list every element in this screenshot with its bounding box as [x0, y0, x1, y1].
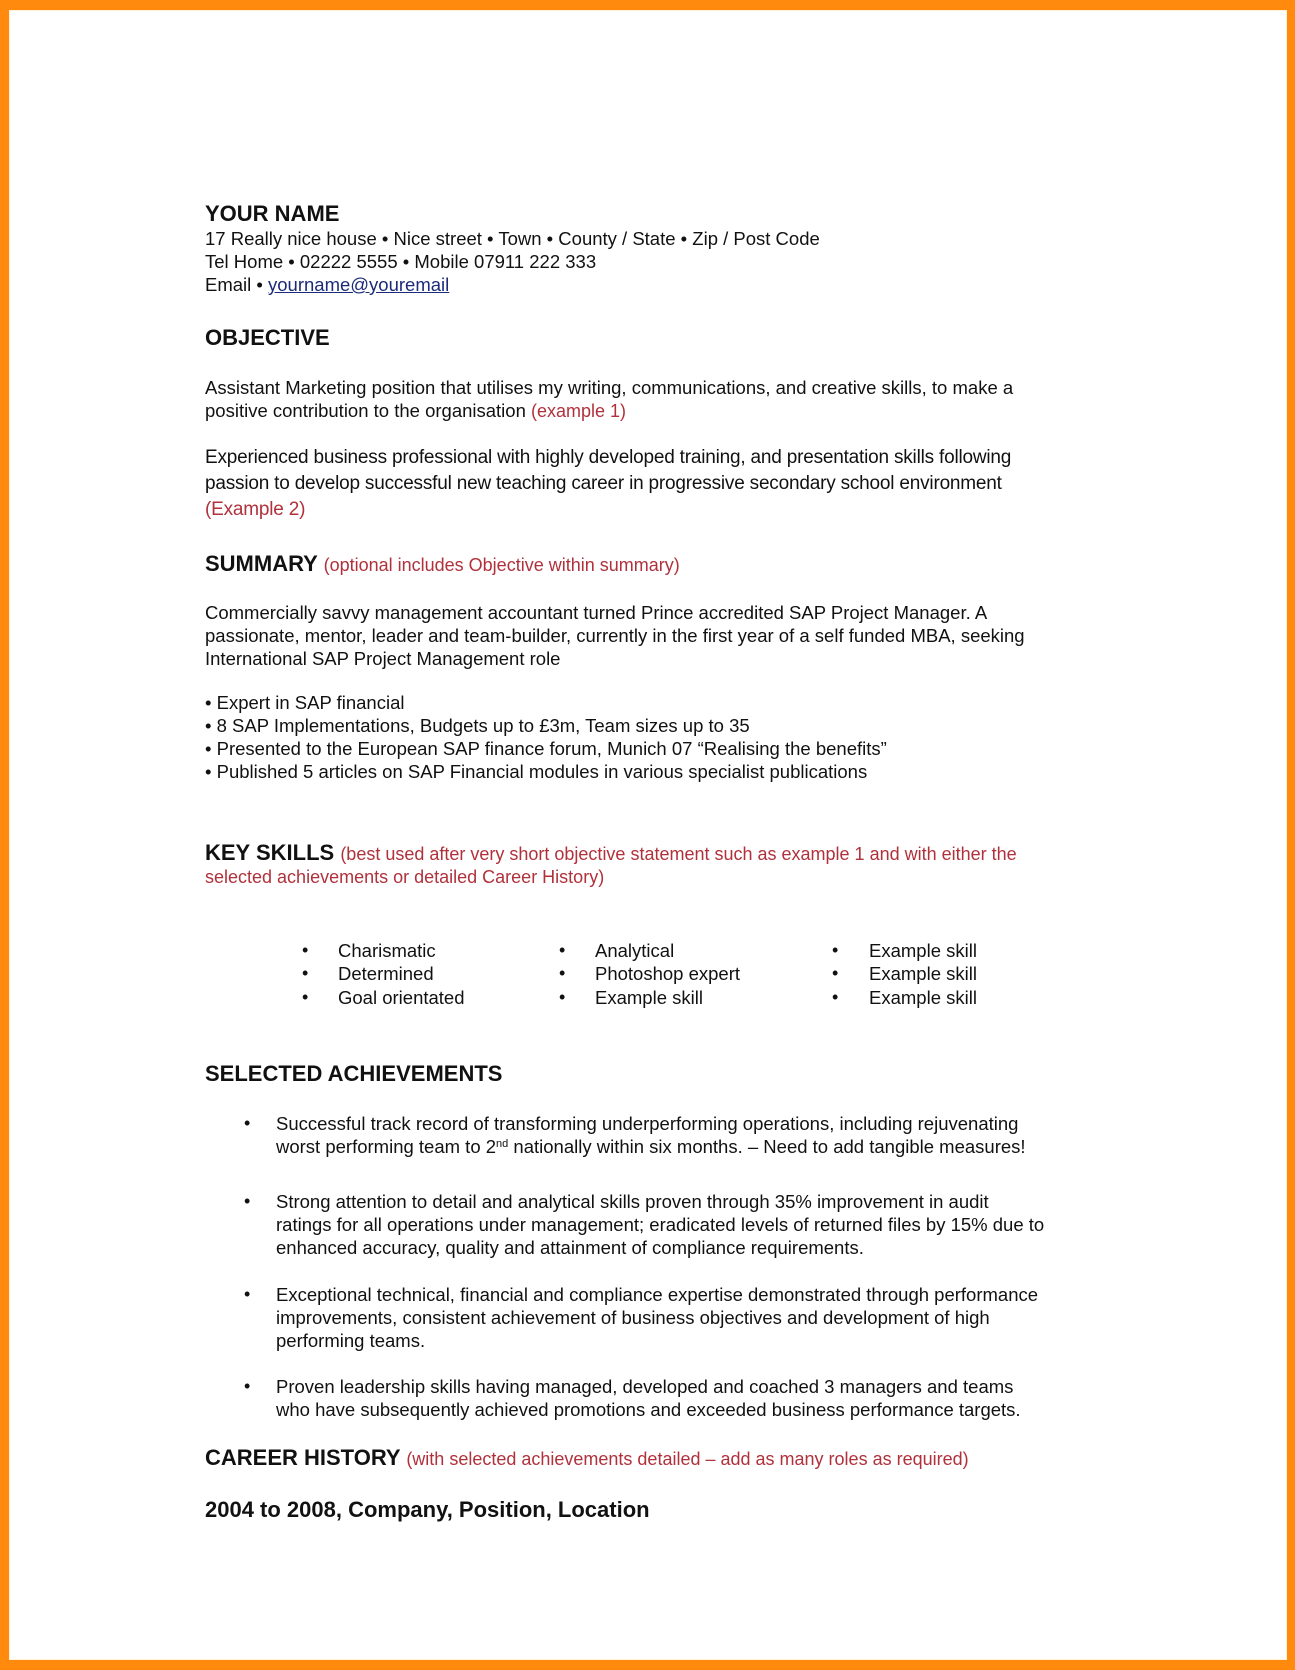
- bullet-icon: •: [244, 1284, 251, 1304]
- achievements-heading: SELECTED ACHIEVEMENTS: [205, 1061, 503, 1086]
- example2-note: (Example 2): [205, 499, 306, 520]
- achievement-line: Strong attention to detail and analytica…: [276, 1191, 989, 1212]
- ordinal-superscript: nd: [496, 1138, 509, 1150]
- email-link[interactable]: yourname@youremail: [268, 274, 449, 295]
- skill-item: Photoshop expert: [595, 963, 741, 984]
- career-history-title: CAREER HISTORY: [205, 1445, 401, 1470]
- bullet-icon: •: [244, 1191, 251, 1211]
- key-skills-note: (best used after very short objective st…: [340, 844, 1017, 864]
- objective-example1-text: positive contribution to the organisatio…: [205, 400, 532, 421]
- skill-item: Example skill: [869, 963, 977, 984]
- bullet-icon: •: [832, 963, 839, 983]
- skill-item: Determined: [338, 963, 434, 984]
- skill-item: Charismatic: [338, 940, 436, 961]
- bullet-icon: •: [302, 987, 309, 1007]
- key-skills-title: KEY SKILLS: [205, 840, 335, 865]
- skill-item: Example skill: [869, 940, 977, 961]
- career-role: 2004 to 2008, Company, Position, Locatio…: [205, 1497, 650, 1522]
- objective-heading: OBJECTIVE: [205, 325, 330, 350]
- resume-name: YOUR NAME: [205, 201, 340, 226]
- phone-line: Tel Home • 02222 5555 • Mobile 07911 222…: [205, 251, 597, 272]
- achievement-line: who have subsequently achieved promotion…: [276, 1399, 1021, 1420]
- bullet-icon: •: [559, 987, 566, 1007]
- bullet-icon: •: [244, 1376, 251, 1396]
- achievement-line: worst performing team to 2nd nationally …: [276, 1136, 1026, 1159]
- objective-example1-line2: positive contribution to the organisatio…: [205, 400, 626, 423]
- resume-page: YOUR NAME 17 Really nice house • Nice st…: [9, 10, 1287, 1660]
- key-skills-heading: KEY SKILLS (best used after very short o…: [205, 840, 1017, 866]
- summary-bullet: • Presented to the European SAP finance …: [205, 738, 887, 759]
- skill-item: Analytical: [595, 940, 675, 961]
- bullet-icon: •: [302, 963, 309, 983]
- achievement-line: Successful track record of transforming …: [276, 1113, 1019, 1134]
- summary-title: SUMMARY: [205, 551, 318, 576]
- career-history-note: (with selected achievements detailed – a…: [406, 1449, 969, 1469]
- summary-bullet: • Expert in SAP financial: [205, 692, 405, 713]
- email-label: Email •: [205, 274, 269, 295]
- objective-example1-line1: Assistant Marketing position that utilis…: [205, 377, 1014, 398]
- email-line: Email • yourname@youremail: [205, 273, 449, 296]
- bullet-icon: •: [302, 940, 309, 960]
- example1-note: (example 1): [531, 401, 627, 421]
- address-line: 17 Really nice house • Nice street • Tow…: [205, 228, 820, 249]
- objective-example2-line2: passion to develop successful new teachi…: [205, 473, 1002, 494]
- summary-bullet: • 8 SAP Implementations, Budgets up to £…: [205, 715, 750, 736]
- summary-line: International SAP Project Management rol…: [205, 648, 561, 669]
- bullet-icon: •: [559, 963, 566, 983]
- summary-heading: SUMMARY (optional includes Objective wit…: [205, 551, 680, 577]
- bullet-icon: •: [559, 940, 566, 960]
- skill-item: Example skill: [595, 987, 703, 1008]
- achievement-line: ratings for all operations under managem…: [276, 1214, 1045, 1235]
- summary-line: passionate, mentor, leader and team-buil…: [205, 625, 1025, 646]
- bullet-icon: •: [832, 987, 839, 1007]
- summary-note: (optional includes Objective within summ…: [323, 555, 680, 575]
- achievement-line: Exceptional technical, financial and com…: [276, 1284, 1039, 1305]
- summary-bullet: • Published 5 articles on SAP Financial …: [205, 761, 868, 782]
- skill-item: Example skill: [869, 987, 977, 1008]
- achievement-line: enhanced accuracy, quality and attainmen…: [276, 1237, 864, 1258]
- bullet-icon: •: [244, 1113, 251, 1133]
- achievement-line: performing teams.: [276, 1330, 426, 1351]
- summary-line: Commercially savvy management accountant…: [205, 602, 988, 623]
- achievement-text: worst performing team to 2: [276, 1136, 497, 1157]
- achievement-text: nationally within six months. – Need to …: [508, 1136, 1026, 1157]
- skill-item: Goal orientated: [338, 987, 465, 1008]
- key-skills-note-line2: selected achievements or detailed Career…: [205, 867, 605, 887]
- achievement-line: improvements, consistent achievement of …: [276, 1307, 990, 1328]
- bullet-icon: •: [832, 940, 839, 960]
- career-history-heading: CAREER HISTORY (with selected achievemen…: [205, 1445, 969, 1471]
- achievement-line: Proven leadership skills having managed,…: [276, 1376, 1014, 1397]
- objective-example2-line1: Experienced business professional with h…: [205, 447, 1012, 468]
